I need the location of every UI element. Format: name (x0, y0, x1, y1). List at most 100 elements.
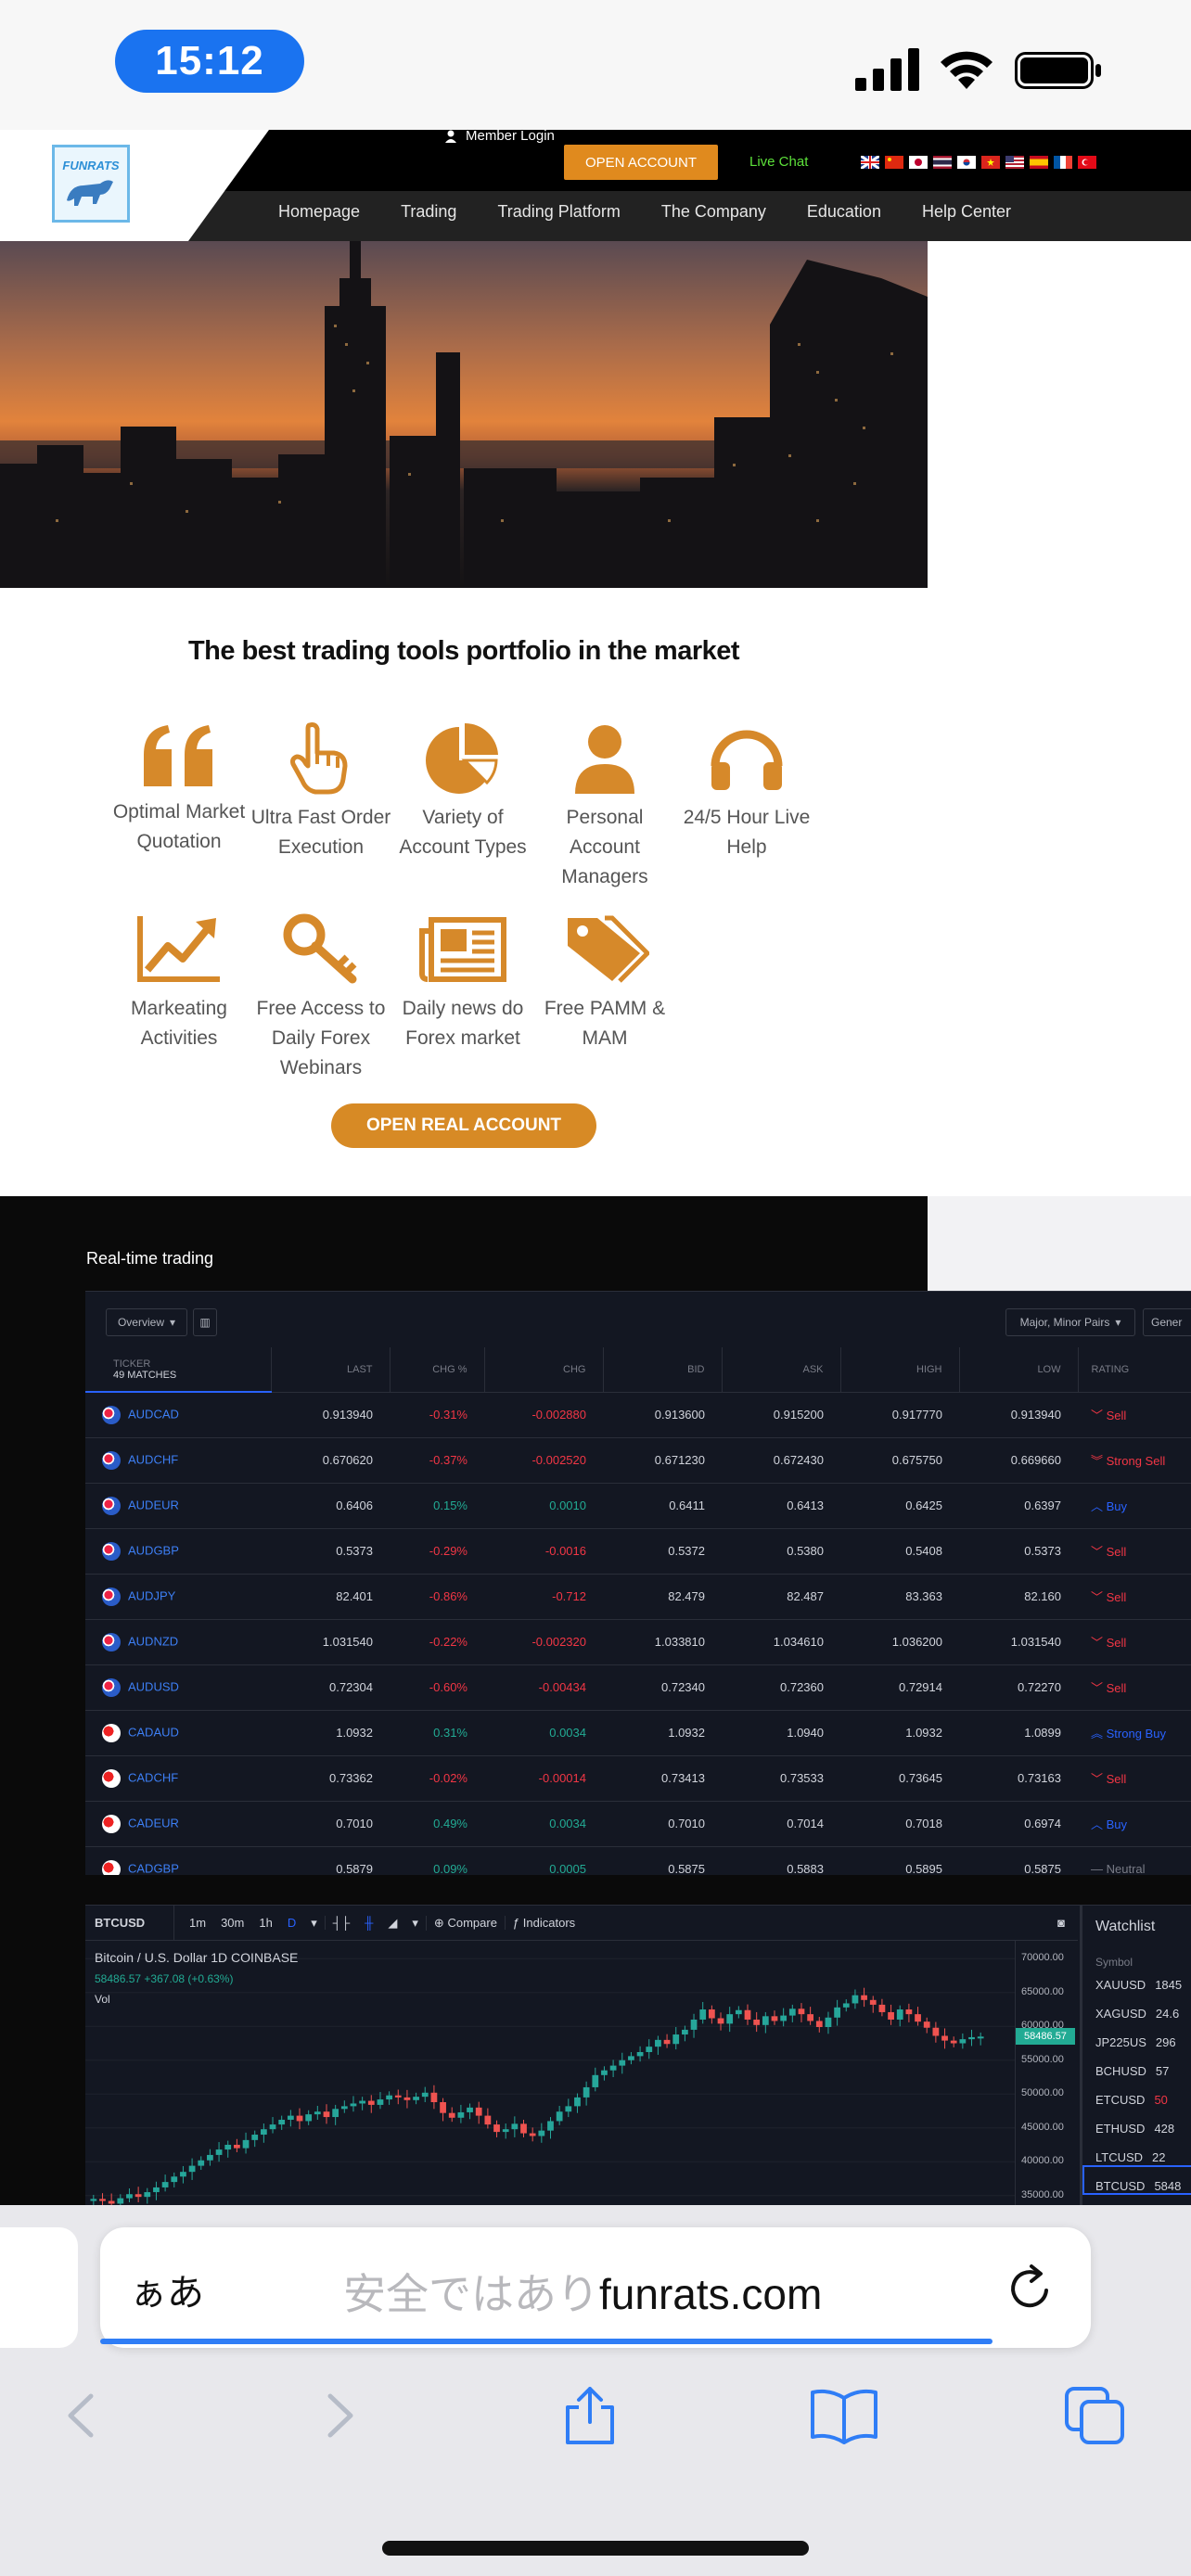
previous-tab-preview[interactable] (0, 2227, 78, 2348)
high-cell: 0.6425 (840, 1483, 959, 1529)
flag-spain-icon[interactable] (1030, 156, 1048, 169)
area-style-icon[interactable]: ◢ (380, 1916, 404, 1931)
nav-homepage[interactable]: Homepage (278, 202, 360, 222)
url-text[interactable]: 安全ではありfunrats.com (343, 2261, 822, 2322)
column-header[interactable]: CHG (483, 1347, 603, 1393)
candle (134, 2187, 142, 2202)
nav-education[interactable]: Education (807, 202, 881, 222)
table-row[interactable]: CADCHF 0.73362 -0.02% -0.00014 0.73413 0.7353… (85, 1755, 1191, 1802)
watchlist-row[interactable]: BCHUSD 57 (1095, 2064, 1191, 2092)
table-row[interactable]: CADGBP 0.5879 0.09% 0.0005 0.5875 0.5883 0.589… (85, 1846, 1191, 1875)
ticker-cell[interactable]: AUDCHF (85, 1437, 271, 1484)
ticker-cell[interactable]: CADCHF (85, 1755, 271, 1802)
ticker-cell[interactable]: CADAUD (85, 1710, 271, 1756)
nav-trading-platform[interactable]: Trading Platform (497, 202, 620, 222)
back-chevron-icon[interactable] (52, 2385, 111, 2446)
ticker-cell[interactable]: AUDGBP (85, 1528, 271, 1575)
table-row[interactable]: AUDEUR 0.6406 0.15% 0.0010 0.6411 0.6413 0.642… (85, 1483, 1191, 1529)
interval-d[interactable]: D (280, 1916, 303, 1930)
flag-france-icon[interactable] (1054, 156, 1072, 169)
ticker-cell[interactable]: AUDCAD (85, 1392, 271, 1438)
ticker-cell[interactable]: CADGBP (85, 1846, 271, 1875)
nav-help-center[interactable]: Help Center (922, 202, 1011, 222)
member-login-link[interactable]: Member Login (445, 128, 555, 144)
clock-pill[interactable]: 15:12 (115, 30, 304, 93)
column-header[interactable]: CHG % (389, 1347, 484, 1393)
table-row[interactable]: AUDUSD 0.72304 -0.60% -0.00434 0.72340 0.7236… (85, 1664, 1191, 1711)
ticker-column-header[interactable]: TICKER 49 MATCHES (85, 1347, 271, 1393)
candle (583, 2081, 590, 2106)
table-row[interactable]: AUDGBP 0.5373 -0.29% -0.0016 0.5372 0.5380 0.5… (85, 1528, 1191, 1575)
watchlist-row[interactable]: JP225US 296 (1095, 2035, 1191, 2063)
candle (340, 2100, 348, 2113)
ticker-cell[interactable]: AUDJPY (85, 1574, 271, 1620)
flag-korea-icon[interactable] (957, 156, 976, 169)
ask-cell: 0.72360 (722, 1664, 840, 1711)
symbol-search[interactable]: BTCUSD (85, 1906, 174, 1941)
column-header[interactable]: ASK (721, 1347, 840, 1393)
ticker-cell[interactable]: AUDNZD (85, 1619, 271, 1665)
column-header[interactable]: LOW (958, 1347, 1078, 1393)
feature-marketing: Markeating Activities (107, 912, 251, 1053)
flag-uk-icon[interactable] (861, 156, 879, 169)
interval-1h[interactable]: 1h (251, 1916, 279, 1930)
column-header[interactable]: LAST (270, 1347, 390, 1393)
table-row[interactable]: AUDCAD 0.913940 -0.31% -0.002880 0.913600 0.9… (85, 1392, 1191, 1438)
reload-icon[interactable] (1004, 2263, 1056, 2315)
watchlist-row[interactable]: XAUUSD 1845 (1095, 1978, 1191, 2006)
share-icon[interactable] (560, 2385, 620, 2446)
general-dropdown[interactable]: Gener (1143, 1308, 1191, 1336)
camera-icon[interactable]: ◙ (1050, 1916, 1072, 1930)
ticker-cell[interactable]: AUDUSD (85, 1664, 271, 1711)
nav-the-company[interactable]: The Company (661, 202, 766, 222)
overview-dropdown[interactable]: Overview ▾ (106, 1308, 187, 1336)
site-logo[interactable]: FUNRATS (52, 145, 130, 223)
change-cell: -0.0016 (484, 1528, 603, 1575)
ticker-cell[interactable]: CADEUR (85, 1801, 271, 1847)
table-row[interactable]: AUDJPY 82.401 -0.86% -0.712 82.479 82.487 83.3… (85, 1574, 1191, 1620)
candle (386, 2091, 392, 2105)
last-cell: 0.913940 (271, 1392, 390, 1438)
watchlist-row[interactable]: ETCUSD 50 (1095, 2093, 1191, 2121)
watchlist-row[interactable]: XAGUSD 24.6 (1095, 2007, 1191, 2034)
pairs-filter-dropdown[interactable]: Major, Minor Pairs ▾ (1005, 1308, 1135, 1336)
bars-style-icon[interactable]: ┤├ (324, 1916, 357, 1930)
price-axis[interactable]: 70000.00 65000.00 60000.00 55000.00 50000.00… (1015, 1941, 1080, 2205)
live-chat-link[interactable]: Live Chat (749, 154, 808, 170)
candle (377, 2092, 384, 2110)
bookmarks-icon[interactable] (809, 2385, 879, 2446)
interval-30m[interactable]: 30m (213, 1916, 251, 1930)
tabs-icon[interactable] (1063, 2385, 1128, 2446)
table-row[interactable]: AUDNZD 1.031540 -0.22% -0.002320 1.033810 1.0… (85, 1619, 1191, 1665)
rating-arrow-icon: ﹀ (1091, 1590, 1104, 1604)
rating-arrow-icon: ﹀ (1091, 1545, 1104, 1559)
chevron-down-icon[interactable]: ▾ (404, 1916, 426, 1931)
table-row[interactable]: CADEUR 0.7010 0.49% 0.0034 0.7010 0.7014 0.701… (85, 1801, 1191, 1847)
chevron-down-icon[interactable]: ▾ (303, 1916, 325, 1931)
candles-style-icon[interactable]: ╫ (357, 1916, 380, 1930)
column-header[interactable]: BID (602, 1347, 722, 1393)
flag-japan-icon[interactable] (909, 156, 928, 169)
compare-button[interactable]: ⊕ Compare (425, 1915, 505, 1931)
flag-usa-icon[interactable] (1005, 156, 1024, 169)
nav-trading[interactable]: Trading (401, 202, 456, 222)
columns-grid-icon[interactable]: ▥ (193, 1308, 217, 1336)
flag-vietnam-icon[interactable] (981, 156, 1000, 169)
column-header[interactable]: RATING (1077, 1347, 1191, 1393)
column-header[interactable]: HIGH (839, 1347, 959, 1393)
table-row[interactable]: CADAUD 1.0932 0.31% 0.0034 1.0932 1.0940 1.093… (85, 1710, 1191, 1756)
flag-china-icon[interactable] (885, 156, 903, 169)
last-cell: 0.5373 (271, 1528, 390, 1575)
realtime-label: Real-time trading (86, 1249, 214, 1268)
open-real-account-button[interactable]: OPEN REAL ACCOUNT (331, 1103, 596, 1148)
flag-thailand-icon[interactable] (933, 156, 952, 169)
page-settings-button[interactable]: ぁあ (130, 2263, 204, 2316)
ticker-cell[interactable]: AUDEUR (85, 1483, 271, 1529)
interval-1m[interactable]: 1m (174, 1916, 213, 1930)
table-row[interactable]: AUDCHF 0.670620 -0.37% -0.002520 0.671230 0.6… (85, 1437, 1191, 1484)
open-account-button[interactable]: OPEN ACCOUNT (564, 145, 718, 180)
indicators-button[interactable]: ƒ Indicators (504, 1916, 583, 1930)
forward-chevron-icon[interactable] (310, 2385, 369, 2446)
watchlist-row[interactable]: ETHUSD 428 (1095, 2122, 1191, 2149)
flag-turkey-icon[interactable] (1078, 156, 1096, 169)
